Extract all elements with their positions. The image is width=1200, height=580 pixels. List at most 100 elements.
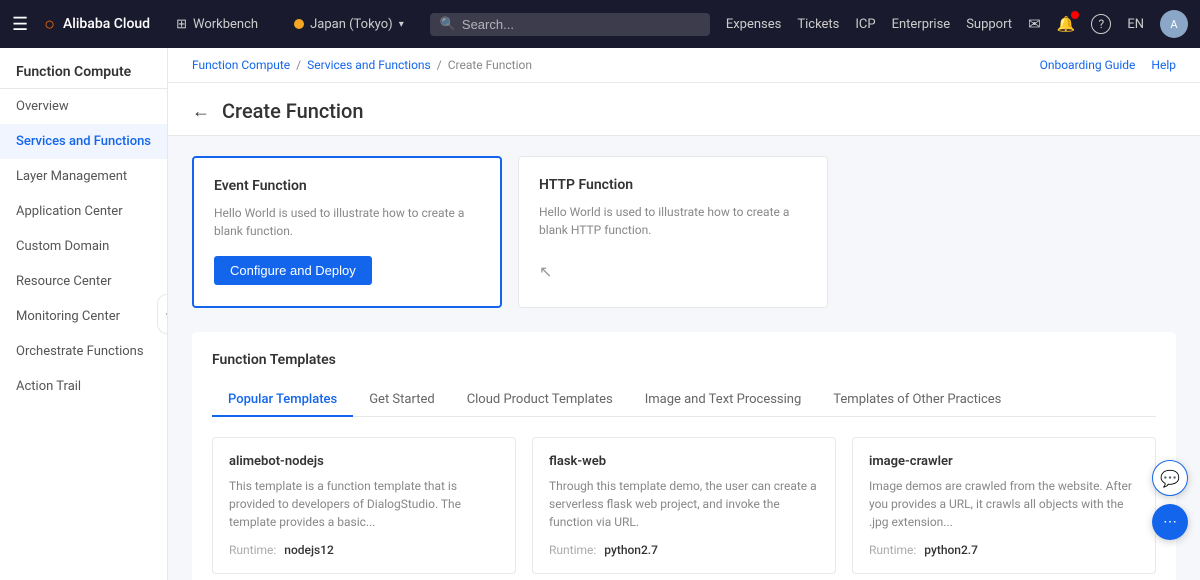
templates-title: Function Templates: [212, 352, 1156, 368]
template-card-alimebot[interactable]: alimebot-nodejs This template is a funct…: [212, 437, 516, 574]
help-link[interactable]: Help: [1151, 58, 1176, 72]
search-box[interactable]: 🔍: [430, 13, 710, 36]
sidebar-label-actiontrail: Action Trail: [16, 379, 81, 394]
logo-icon: ○: [44, 14, 55, 35]
contact-button[interactable]: ⋯: [1152, 504, 1188, 540]
http-function-desc: Hello World is used to illustrate how to…: [539, 203, 807, 239]
template-runtime-flask: Runtime: python2.7: [549, 543, 819, 557]
sidebar-item-appcenter[interactable]: Application Center: [0, 194, 167, 229]
configure-deploy-button[interactable]: Configure and Deploy: [214, 256, 372, 285]
template-card-crawler[interactable]: image-crawler Image demos are crawled fr…: [852, 437, 1156, 574]
hamburger-icon[interactable]: ☰: [12, 14, 28, 35]
runtime-label-2: Runtime:: [869, 543, 916, 557]
mail-icon[interactable]: ✉: [1028, 15, 1041, 33]
template-name-flask: flask-web: [549, 454, 819, 469]
avatar[interactable]: A: [1160, 10, 1188, 38]
template-card-flask[interactable]: flask-web Through this template demo, th…: [532, 437, 836, 574]
feedback-buttons: 💬 ⋯: [1152, 460, 1188, 540]
nav-right: Expenses Tickets ICP Enterprise Support …: [726, 10, 1188, 38]
search-input[interactable]: [462, 17, 700, 32]
breadcrumb-current: Create Function: [448, 58, 532, 72]
content-area: Event Function Hello World is used to il…: [168, 136, 1200, 580]
notification-bell[interactable]: 🔔: [1057, 15, 1076, 33]
tickets-link[interactable]: Tickets: [797, 17, 839, 32]
expenses-link[interactable]: Expenses: [726, 17, 782, 32]
sidebar-label-overview: Overview: [16, 99, 69, 114]
template-tabs: Popular Templates Get Started Cloud Prod…: [212, 384, 1156, 417]
tab-popular[interactable]: Popular Templates: [212, 384, 353, 417]
event-function-title: Event Function: [214, 178, 480, 194]
sidebar-item-domain[interactable]: Custom Domain: [0, 229, 167, 264]
breadcrumb-fc[interactable]: Function Compute: [192, 58, 290, 72]
runtime-label-0: Runtime:: [229, 543, 276, 557]
onboarding-guide-link[interactable]: Onboarding Guide: [1040, 58, 1136, 72]
function-type-cards: Event Function Hello World is used to il…: [192, 156, 1176, 308]
support-link[interactable]: Support: [966, 17, 1012, 32]
logo-text: Alibaba Cloud: [63, 16, 150, 32]
sidebar-label-resource: Resource Center: [16, 274, 112, 289]
search-icon: 🔍: [440, 17, 456, 32]
chat-feedback-button[interactable]: 💬: [1152, 460, 1188, 496]
http-function-title: HTTP Function: [539, 177, 807, 193]
chevron-down-icon: ▾: [399, 19, 404, 30]
breadcrumb-sep2: /: [437, 58, 442, 72]
sidebar-label-orchestrate: Orchestrate Functions: [16, 344, 144, 359]
template-desc-alimebot: This template is a function template tha…: [229, 477, 499, 531]
http-function-card[interactable]: HTTP Function Hello World is used to ill…: [518, 156, 828, 308]
sidebar-title: Function Compute: [0, 48, 167, 89]
breadcrumb-right: Onboarding Guide Help: [1040, 58, 1176, 72]
enterprise-link[interactable]: Enterprise: [892, 17, 951, 32]
workbench-nav[interactable]: ⊞ Workbench: [166, 13, 268, 36]
template-runtime-crawler: Runtime: python2.7: [869, 543, 1139, 557]
template-name-crawler: image-crawler: [869, 454, 1139, 469]
page-title: Create Function: [222, 99, 364, 123]
breadcrumb-left: Function Compute / Services and Function…: [192, 58, 532, 72]
sidebar-label-domain: Custom Domain: [16, 239, 109, 254]
breadcrumb-sep1: /: [296, 58, 301, 72]
sidebar-item-services[interactable]: Services and Functions: [0, 124, 167, 159]
breadcrumb-svc[interactable]: Services and Functions: [307, 58, 431, 72]
page-header: ← Create Function: [168, 83, 1200, 136]
workbench-icon: ⊞: [176, 17, 187, 32]
breadcrumb: Function Compute / Services and Function…: [168, 48, 1200, 83]
sidebar-label-services: Services and Functions: [16, 134, 151, 149]
function-templates-section: Function Templates Popular Templates Get…: [192, 332, 1176, 580]
template-runtime-alimebot: Runtime: nodejs12: [229, 543, 499, 557]
sidebar: Function Compute Overview Services and F…: [0, 48, 168, 580]
sidebar-label-monitoring: Monitoring Center: [16, 309, 120, 324]
sidebar-item-monitoring[interactable]: Monitoring Center: [0, 299, 167, 334]
sidebar-item-orchestrate[interactable]: Orchestrate Functions: [0, 334, 167, 369]
main-layout: Function Compute Overview Services and F…: [0, 48, 1200, 580]
tab-image-text[interactable]: Image and Text Processing: [629, 384, 818, 417]
runtime-value-1: python2.7: [604, 543, 658, 557]
icp-link[interactable]: ICP: [855, 17, 875, 32]
runtime-value-0: nodejs12: [284, 543, 334, 557]
tab-started[interactable]: Get Started: [353, 384, 450, 417]
tab-cloud-product[interactable]: Cloud Product Templates: [451, 384, 629, 417]
workbench-label: Workbench: [193, 17, 258, 32]
cursor-indicator: ↖: [539, 262, 552, 281]
region-label: Japan (Tokyo): [310, 17, 393, 32]
sidebar-label-appcenter: Application Center: [16, 204, 123, 219]
runtime-label-1: Runtime:: [549, 543, 596, 557]
back-arrow[interactable]: ←: [192, 101, 210, 122]
main-content: Function Compute / Services and Function…: [168, 48, 1200, 580]
sidebar-item-resource[interactable]: Resource Center: [0, 264, 167, 299]
tab-other-practices[interactable]: Templates of Other Practices: [817, 384, 1017, 417]
lang-selector[interactable]: EN: [1127, 17, 1144, 32]
sidebar-item-actiontrail[interactable]: Action Trail: [0, 369, 167, 404]
runtime-value-2: python2.7: [924, 543, 978, 557]
logo: ○ Alibaba Cloud: [44, 14, 150, 35]
event-function-desc: Hello World is used to illustrate how to…: [214, 204, 480, 240]
sidebar-collapse-button[interactable]: ‹: [157, 294, 168, 334]
region-selector[interactable]: Japan (Tokyo) ▾: [284, 13, 414, 36]
notification-badge: [1071, 11, 1079, 19]
event-function-card[interactable]: Event Function Hello World is used to il…: [192, 156, 502, 308]
template-grid: alimebot-nodejs This template is a funct…: [212, 437, 1156, 580]
region-dot: [294, 19, 304, 29]
sidebar-item-overview[interactable]: Overview: [0, 89, 167, 124]
template-desc-flask: Through this template demo, the user can…: [549, 477, 819, 531]
question-icon[interactable]: ?: [1091, 14, 1111, 34]
sidebar-item-layer[interactable]: Layer Management: [0, 159, 167, 194]
sidebar-label-layer: Layer Management: [16, 169, 127, 184]
